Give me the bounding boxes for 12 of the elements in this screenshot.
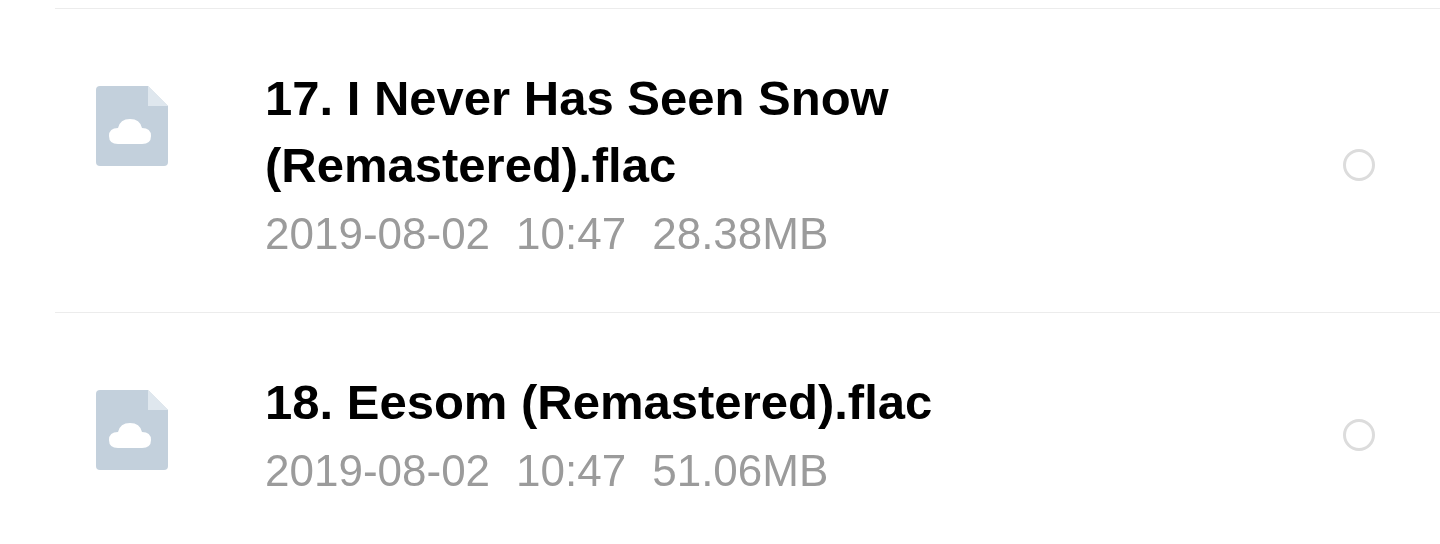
file-time: 10:47	[516, 445, 627, 497]
cloud-file-icon	[96, 390, 168, 470]
file-name: 18. Eesom (Remastered).flac	[265, 374, 934, 431]
cloud-file-icon	[96, 86, 168, 166]
file-size: 51.06MB	[652, 445, 829, 497]
file-size: 28.38MB	[652, 208, 829, 260]
file-date: 2019-08-02	[265, 208, 491, 260]
file-name: 17. I Never Has Seen Snow (Remastered).flac	[265, 70, 890, 194]
file-date: 2019-08-02	[265, 445, 491, 497]
select-radio[interactable]	[1343, 419, 1375, 451]
select-radio[interactable]	[1343, 148, 1375, 181]
file-time: 10:47	[516, 208, 627, 260]
